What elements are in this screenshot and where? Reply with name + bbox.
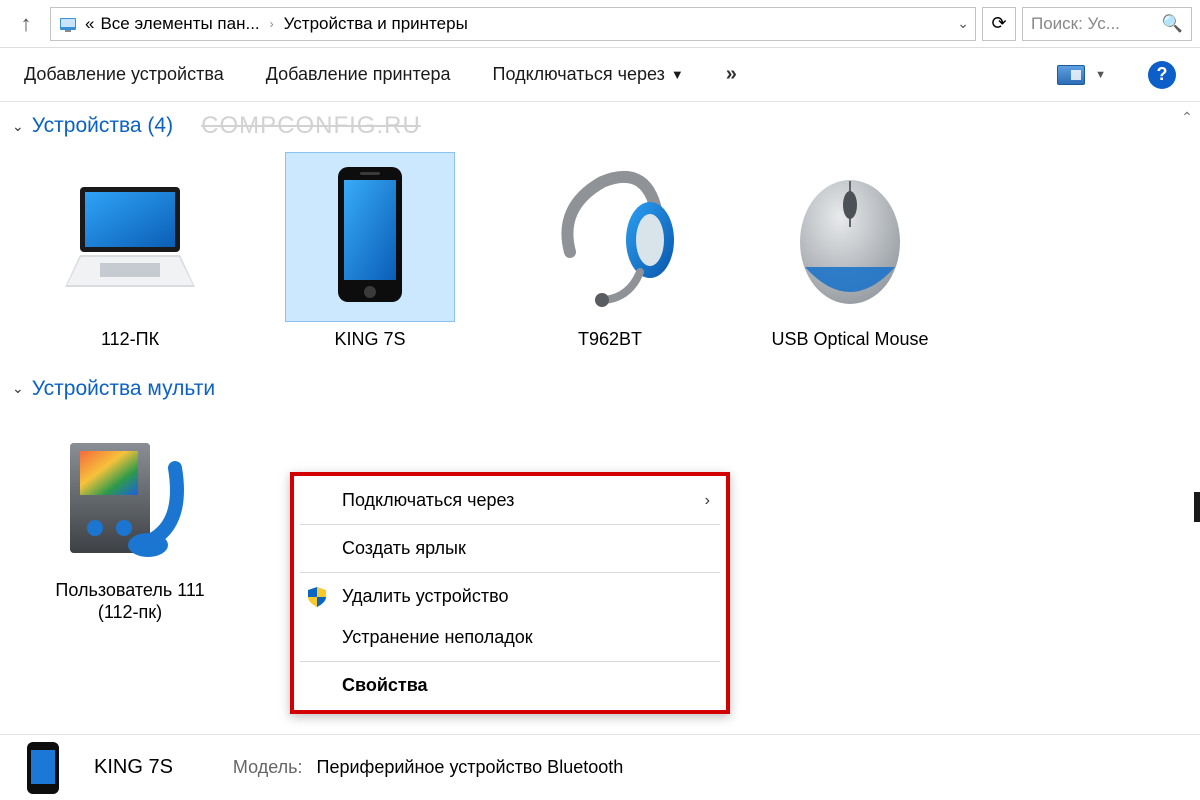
details-thumbnail-icon — [12, 739, 74, 797]
menu-separator — [300, 572, 720, 573]
menu-separator — [300, 661, 720, 662]
section-title: Устройства мульти — [32, 377, 215, 401]
breadcrumb[interactable]: « Все элементы пан... › Устройства и при… — [50, 7, 976, 41]
mouse-icon — [765, 152, 935, 322]
section-title: Устройства (4) — [32, 114, 173, 138]
nav-up-icon[interactable]: ↑ — [8, 6, 44, 42]
search-input[interactable]: Поиск: Ус... 🔍 — [1022, 7, 1192, 41]
device-label: T962BT — [578, 328, 642, 351]
smartphone-icon — [285, 152, 455, 322]
device-item-headset[interactable]: T962BT — [520, 152, 700, 351]
context-menu: Подключаться через › Создать ярлык Удали… — [290, 472, 730, 714]
connect-via-dropdown[interactable]: Подключаться через▼ — [493, 64, 684, 85]
command-toolbar: Добавление устройства Добавление принтер… — [0, 48, 1200, 102]
view-mode-button[interactable]: ▼ — [1057, 65, 1106, 85]
device-label: USB Optical Mouse — [771, 328, 928, 351]
device-item-pc[interactable]: 112-ПК — [40, 152, 220, 351]
watermark-text: COMPCONFIG.RU — [201, 112, 421, 140]
ctx-properties[interactable]: Свойства — [294, 665, 726, 706]
media-server-icon — [45, 413, 215, 573]
details-pane: KING 7S Модель: Периферийное устройство … — [0, 734, 1200, 800]
menu-separator — [300, 524, 720, 525]
add-device-button[interactable]: Добавление устройства — [24, 64, 224, 85]
scroll-up-icon[interactable]: ⌃ — [1176, 106, 1198, 128]
section-header-devices[interactable]: ⌄ Устройства (4) COMPCONFIG.RU — [0, 102, 1200, 146]
section-header-multimedia[interactable]: ⌄ Устройства мульти — [0, 367, 1200, 407]
device-item-phone[interactable]: KING 7S — [280, 152, 460, 351]
details-model-label: Модель: — [233, 757, 303, 778]
device-label: Пользователь 111 (112-пк) — [40, 579, 220, 624]
address-bar-row: ↑ « Все элементы пан... › Устройства и п… — [0, 0, 1200, 48]
device-item-mouse[interactable]: USB Optical Mouse — [760, 152, 940, 351]
search-placeholder: Поиск: Ус... — [1031, 14, 1120, 34]
laptop-icon — [45, 152, 215, 322]
devices-grid: 112-ПК KING 7S — [0, 146, 1200, 357]
view-mode-icon — [1057, 65, 1085, 85]
ctx-connect-via[interactable]: Подключаться через › — [294, 480, 726, 521]
ctx-troubleshoot[interactable]: Устранение неполадок — [294, 617, 726, 658]
ctx-create-shortcut[interactable]: Создать ярлык — [294, 528, 726, 569]
breadcrumb-history-icon[interactable]: ⌄ — [957, 15, 969, 32]
chevron-down-icon: ⌄ — [12, 380, 24, 397]
chevron-down-icon: ▼ — [1095, 69, 1106, 81]
chevron-down-icon: ⌄ — [12, 118, 24, 135]
toolbar-overflow-button[interactable]: » — [726, 63, 737, 86]
content-area: ⌃ ⌄ Устройства (4) COMPCONFIG.RU 112-ПК — [0, 102, 1200, 734]
breadcrumb-prefix: « — [85, 14, 94, 34]
device-item-media-user[interactable]: Пользователь 111 (112-пк) — [40, 413, 220, 624]
details-device-name: KING 7S — [94, 756, 173, 779]
chevron-right-icon[interactable]: › — [266, 17, 278, 31]
bluetooth-headset-icon — [525, 152, 695, 322]
uac-shield-icon — [306, 586, 328, 608]
chevron-right-icon: › — [705, 492, 710, 510]
device-label: KING 7S — [334, 328, 405, 351]
device-label: 112-ПК — [101, 328, 159, 351]
details-info: KING 7S Модель: Периферийное устройство … — [94, 756, 623, 779]
control-panel-icon — [57, 13, 79, 35]
breadcrumb-item-2[interactable]: Устройства и принтеры — [284, 14, 468, 34]
help-button[interactable]: ? — [1148, 61, 1176, 89]
breadcrumb-item-1[interactable]: Все элементы пан... — [100, 14, 259, 34]
details-model-value: Периферийное устройство Bluetooth — [317, 757, 624, 778]
search-icon: 🔍 — [1162, 14, 1183, 34]
refresh-button[interactable]: ⟳ — [982, 7, 1016, 41]
chevron-down-icon: ▼ — [671, 67, 684, 82]
ctx-delete-device[interactable]: Удалить устройство — [294, 576, 726, 617]
edge-artifact — [1194, 492, 1200, 522]
add-printer-button[interactable]: Добавление принтера — [266, 64, 451, 85]
